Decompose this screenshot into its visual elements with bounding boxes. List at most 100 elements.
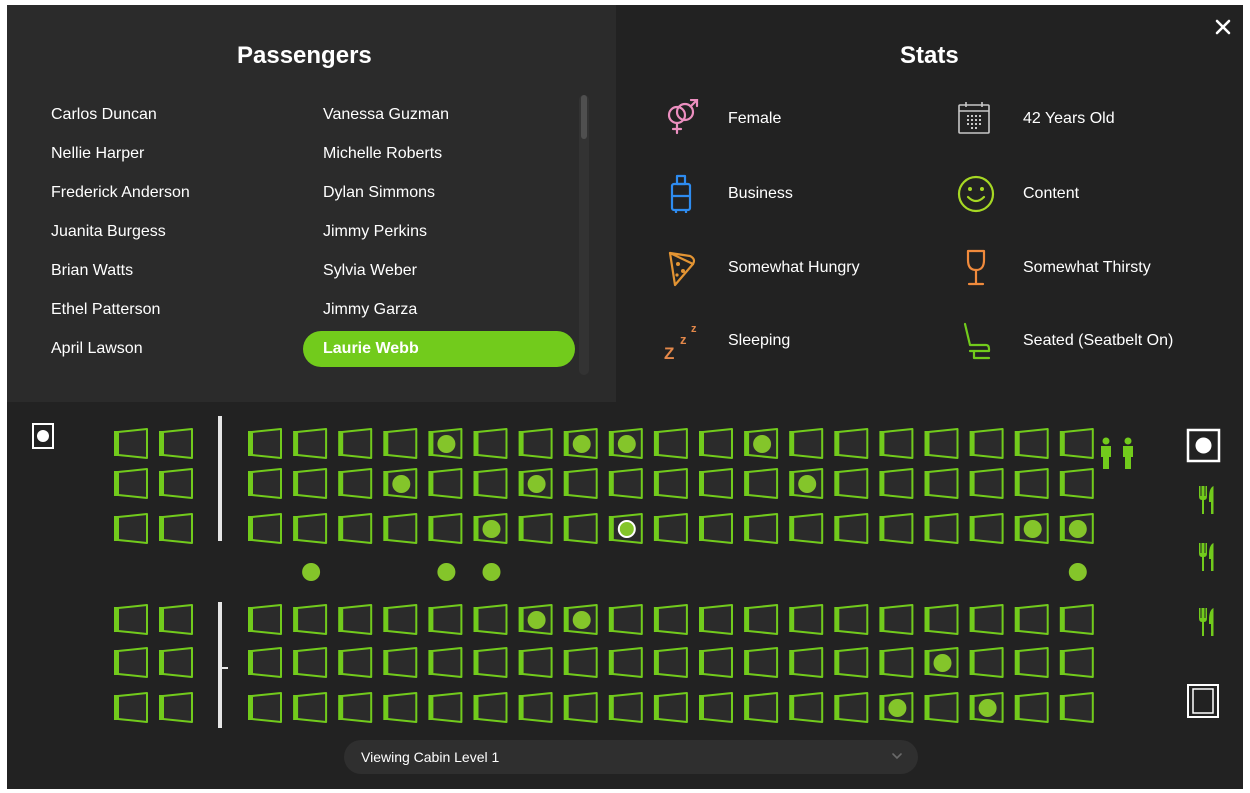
passenger-marker[interactable] [572, 435, 591, 453]
seat[interactable] [1059, 647, 1094, 678]
seat[interactable] [969, 647, 1004, 678]
seat[interactable] [428, 428, 463, 459]
seat[interactable] [114, 692, 148, 723]
seat[interactable] [518, 604, 553, 635]
passenger-marker[interactable] [978, 699, 997, 717]
passenger-list-scrollbar[interactable] [579, 95, 589, 375]
seat[interactable] [744, 513, 779, 544]
seat[interactable] [428, 468, 463, 499]
seat[interactable] [563, 692, 598, 723]
seat[interactable] [248, 468, 282, 499]
seat[interactable] [699, 468, 733, 499]
seat[interactable] [518, 647, 553, 678]
seat[interactable] [879, 428, 914, 459]
seat[interactable] [879, 513, 914, 544]
seat[interactable] [924, 647, 959, 678]
seat[interactable] [653, 428, 688, 459]
passenger-marker[interactable] [753, 435, 772, 453]
seat[interactable] [114, 604, 148, 635]
seat[interactable] [1014, 647, 1049, 678]
seat[interactable] [969, 428, 1004, 459]
seat[interactable] [159, 692, 193, 723]
seat[interactable] [248, 647, 282, 678]
seat[interactable] [699, 428, 733, 459]
seat[interactable] [699, 513, 733, 544]
seat[interactable] [248, 604, 282, 635]
seat[interactable] [699, 604, 733, 635]
passenger-item[interactable]: Sylvia Weber [303, 253, 575, 289]
seat[interactable] [924, 468, 959, 499]
selected-passenger-marker[interactable] [617, 520, 636, 538]
seat[interactable] [653, 513, 688, 544]
seat[interactable] [699, 647, 733, 678]
seat[interactable] [924, 604, 959, 635]
aisle-passenger-marker[interactable] [1068, 563, 1087, 581]
seat[interactable] [744, 692, 779, 723]
seat[interactable] [879, 647, 914, 678]
seat[interactable] [518, 428, 553, 459]
seat[interactable] [383, 692, 418, 723]
seat[interactable] [563, 513, 598, 544]
seat[interactable] [338, 428, 373, 459]
seat[interactable] [608, 692, 643, 723]
seat[interactable] [473, 647, 508, 678]
seat[interactable] [969, 468, 1004, 499]
seat[interactable] [114, 513, 148, 544]
seat[interactable] [159, 428, 193, 459]
passenger-item[interactable]: Ethel Patterson [31, 292, 261, 328]
seat[interactable] [1014, 692, 1049, 723]
seat[interactable] [293, 428, 328, 459]
seat[interactable] [1014, 428, 1049, 459]
seat[interactable] [473, 428, 508, 459]
seat[interactable] [428, 513, 463, 544]
close-button[interactable] [1209, 13, 1237, 41]
seat[interactable] [924, 692, 959, 723]
seat[interactable] [338, 647, 373, 678]
seat[interactable] [969, 692, 1004, 723]
passenger-marker[interactable] [798, 475, 817, 493]
seat[interactable] [428, 647, 463, 678]
seat[interactable] [924, 513, 959, 544]
seat[interactable] [518, 468, 553, 499]
passenger-marker[interactable] [482, 520, 501, 538]
seat[interactable] [114, 468, 148, 499]
seat[interactable] [383, 604, 418, 635]
passenger-marker[interactable] [933, 654, 952, 672]
passenger-item[interactable]: Frederick Anderson [31, 175, 261, 211]
passenger-marker[interactable] [1023, 520, 1042, 538]
seat[interactable] [744, 468, 779, 499]
seat[interactable] [789, 692, 824, 723]
seat[interactable] [653, 604, 688, 635]
seat[interactable] [473, 513, 508, 544]
seat[interactable] [834, 647, 869, 678]
passenger-item[interactable]: Jimmy Perkins [303, 214, 575, 250]
aisle-passenger-marker[interactable] [437, 563, 456, 581]
seat[interactable] [744, 647, 779, 678]
seat[interactable] [879, 468, 914, 499]
seat[interactable] [834, 604, 869, 635]
seat[interactable] [744, 428, 779, 459]
passenger-marker[interactable] [572, 611, 591, 629]
seat[interactable] [834, 468, 869, 499]
seat[interactable] [473, 604, 508, 635]
seat[interactable] [293, 604, 328, 635]
passenger-item[interactable]: Dylan Simmons [303, 175, 575, 211]
passenger-item[interactable]: Michelle Roberts [303, 136, 575, 172]
seat[interactable] [383, 428, 418, 459]
seat[interactable] [1014, 468, 1049, 499]
seat[interactable] [248, 692, 282, 723]
seat[interactable] [653, 692, 688, 723]
seat[interactable] [293, 692, 328, 723]
seat[interactable] [834, 428, 869, 459]
passenger-marker[interactable] [617, 435, 636, 453]
seat[interactable] [248, 513, 282, 544]
seat[interactable] [1014, 604, 1049, 635]
passenger-item[interactable]: Nellie Harper [31, 136, 261, 172]
seat[interactable] [114, 647, 148, 678]
seat[interactable] [159, 513, 193, 544]
seat[interactable] [428, 604, 463, 635]
seat[interactable] [159, 604, 193, 635]
seat[interactable] [789, 647, 824, 678]
seat[interactable] [699, 692, 733, 723]
seat[interactable] [293, 513, 328, 544]
